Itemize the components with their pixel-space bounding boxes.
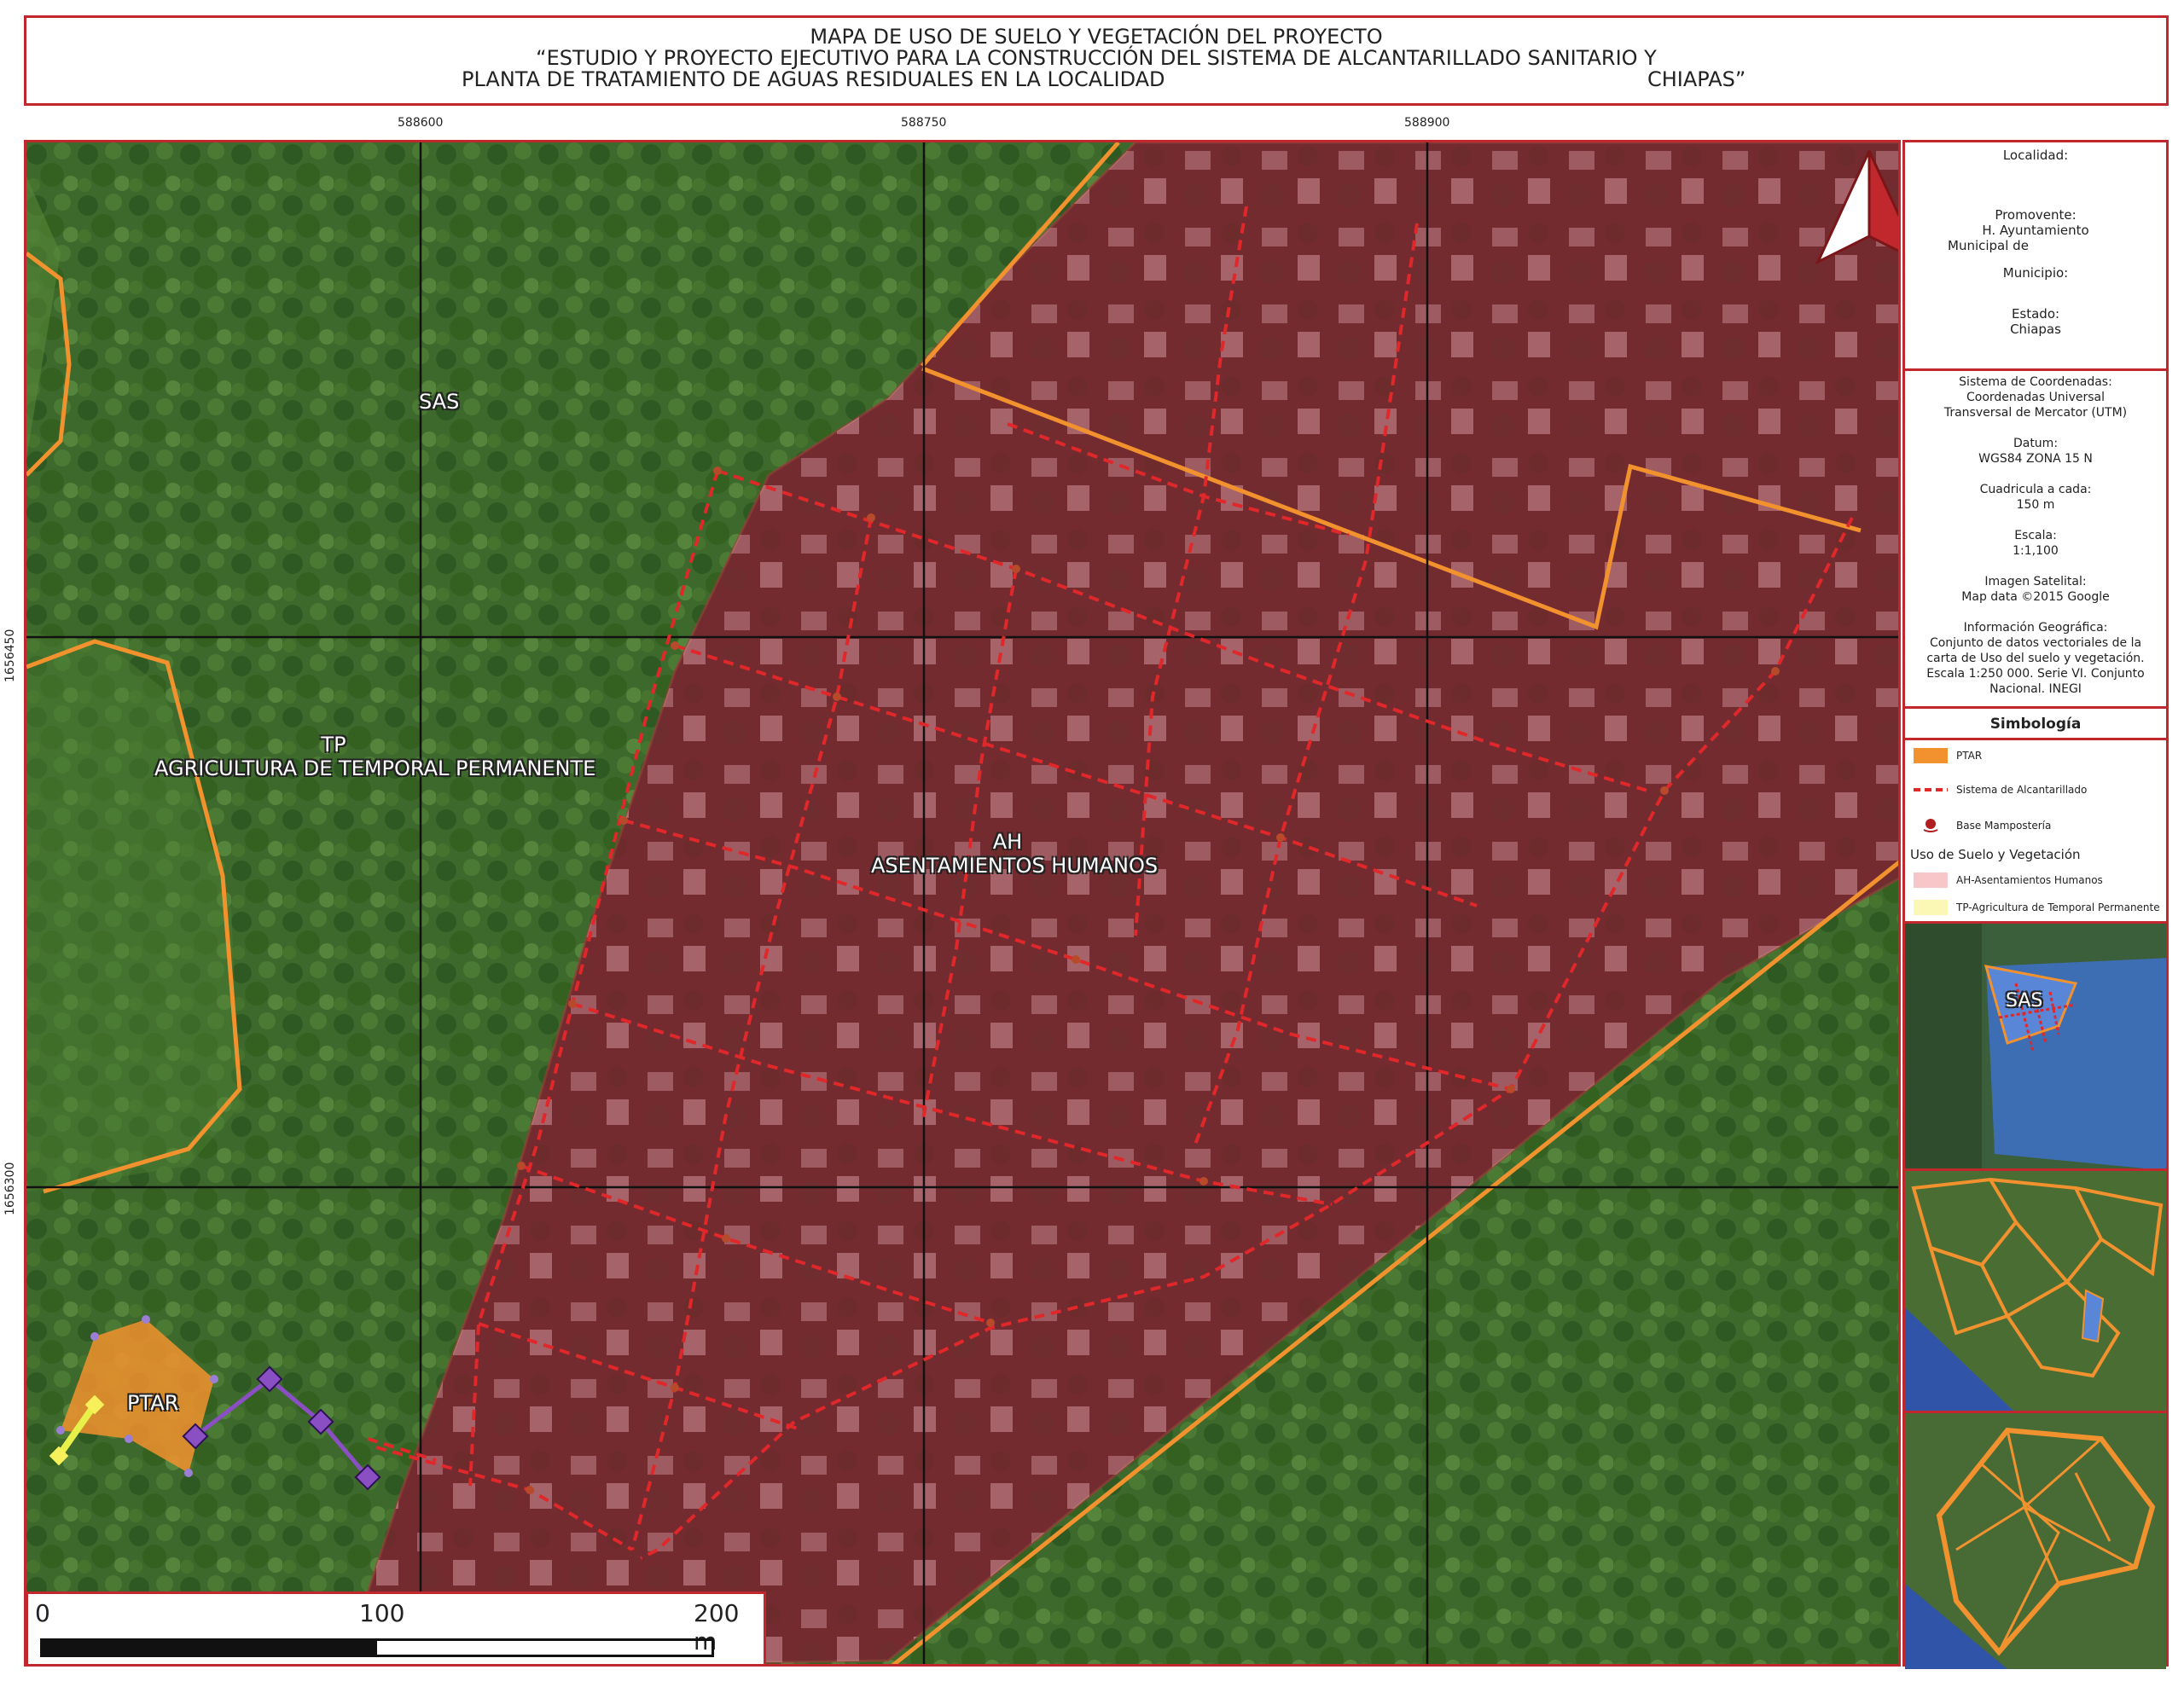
info-geo-line-1: Conjunto de datos vectoriales de la (1929, 636, 2142, 650)
info-geo-line-2: carta de Uso del suelo y vegetación. (1926, 652, 2145, 665)
legend-ptar: PTAR (1905, 743, 2166, 768)
cuadricula-label: Cuadricula a cada: (1979, 483, 2092, 496)
legend-ptar-label: PTAR (1956, 750, 1983, 762)
x-tick-588600: 588600 (398, 116, 444, 130)
promovente-line-1: H. Ayuntamiento (1982, 223, 2089, 238)
datum-value: WGS84 ZONA 15 N (1978, 452, 2093, 466)
info-geo-line-4: Nacional. INEGI (1989, 682, 2082, 696)
localidad-label: Localidad: (2002, 148, 2069, 163)
datum-label: Datum: (2013, 437, 2059, 450)
legend-tp-label: TP-Agricultura de Temporal Permanente (1956, 901, 2160, 913)
sistema-line-2: Transversal de Mercator (UTM) (1943, 406, 2128, 420)
estado-label: Estado: (2011, 306, 2060, 322)
escala-label: Escala: (2014, 529, 2057, 542)
x-tick-588900: 588900 (1404, 116, 1450, 130)
imagen-label: Imagen Satelital: (1984, 575, 2087, 588)
map-title-box: MAPA DE USO DE SUELO Y VEGETACIÓN DEL PR… (24, 15, 2169, 106)
ah-label: AH ASENTAMIENTOS HUMANOS (871, 830, 1159, 878)
legend-tp: TP-Agricultura de Temporal Permanente (1905, 895, 2166, 920)
ah-name: ASENTAMIENTOS HUMANOS (871, 854, 1159, 878)
legend-uso-title: Uso de Suelo y Vegetación (1910, 847, 2081, 862)
legend-title: Simbología (1905, 716, 2166, 740)
inset-local-canvas (1905, 924, 2166, 1168)
title-line-2: “ESTUDIO Y PROYECTO EJECUTIVO PARA LA CO… (536, 46, 1657, 70)
ah-code: AH (992, 830, 1023, 854)
tp-code: TP (321, 733, 346, 757)
escala-value: 1:1,100 (2013, 544, 2059, 558)
scale-bar-graphic (40, 1638, 714, 1657)
legend-ah-swatch (1914, 872, 1948, 888)
main-map[interactable]: SAS TP AGRICULTURA DE TEMPORAL PERMANENT… (24, 140, 1901, 1667)
side-panel: Localidad: Promovente: H. Ayuntamiento M… (1902, 140, 2169, 1669)
x-tick-588750: 588750 (901, 116, 947, 130)
legend-tp-swatch (1914, 900, 1948, 915)
scale-bar: 0 100 200 m (26, 1591, 766, 1667)
legend-sewer-label: Sistema de Alcantarillado (1956, 784, 2088, 796)
scale-label-100: 100 (359, 1599, 405, 1627)
inset-municipal-canvas (1905, 1171, 2166, 1411)
scale-label-0: 0 (35, 1599, 50, 1627)
title-line-3-left: PLANTA DE TRATAMIENTO DE AGUAS RESIDUALE… (462, 67, 1165, 91)
y-tick-1656450: 1656450 (3, 629, 17, 682)
coordinate-info: Sistema de Coordenadas: Coordenadas Univ… (1905, 371, 2166, 709)
ptar-label: PTAR (127, 1391, 179, 1415)
promovente-label: Promovente: (1995, 207, 2077, 223)
location-info: Localidad: Promovente: H. Ayuntamiento M… (1905, 142, 2166, 371)
legend-base: Base Mampostería (1905, 813, 2166, 838)
imagen-value: Map data ©2015 Google (1961, 590, 2110, 604)
sas-label: SAS (419, 390, 460, 414)
cuadricula-value: 150 m (2016, 498, 2055, 512)
info-geo-label: Información Geográfica: (1963, 621, 2108, 635)
legend-sewer-symbol (1914, 782, 1948, 797)
tp-name: AGRICULTURA DE TEMPORAL PERMANENTE (154, 757, 596, 780)
title-line-3: PLANTA DE TRATAMIENTO DE AGUAS RESIDUALE… (26, 69, 2166, 90)
municipio-label: Municipio: (2002, 265, 2069, 281)
legend-ptar-swatch (1914, 748, 1948, 763)
tp-label: TP AGRICULTURA DE TEMPORAL PERMANENTE (154, 733, 596, 780)
sistema-line-1: Coordenadas Universal (1966, 391, 2105, 404)
inset-map-local: SAS (1905, 924, 2166, 1171)
legend-ah-label: AH-Asentamientos Humanos (1956, 874, 2103, 886)
legend-base-icon (1914, 818, 1948, 833)
y-tick-1656300: 1656300 (3, 1162, 17, 1215)
estado-value: Chiapas (2010, 322, 2061, 337)
title-line-1: MAPA DE USO DE SUELO Y VEGETACIÓN DEL PR… (810, 25, 1383, 49)
inset-sas-label: SAS (2006, 990, 2043, 1012)
info-geo-line-3: Escala 1:250 000. Serie VI. Conjunto (1926, 667, 2145, 681)
legend: Simbología PTAR Sistema de Alcantarillad… (1905, 709, 2166, 924)
legend-sewer: Sistema de Alcantarillado (1905, 777, 2166, 803)
title-line-3-right: CHIAPAS” (1647, 67, 1746, 91)
promovente-line-2: Municipal de (1948, 238, 2029, 253)
inset-state-canvas (1905, 1413, 2166, 1669)
map-canvas (26, 142, 1898, 1664)
sistema-label: Sistema de Coordenadas: (1959, 375, 2112, 389)
inset-map-municipal (1905, 1171, 2166, 1413)
inset-map-state (1905, 1413, 2166, 1669)
legend-ah: AH-Asentamientos Humanos (1905, 867, 2166, 893)
scale-bar-fill (43, 1641, 377, 1655)
legend-base-label: Base Mampostería (1956, 820, 2052, 832)
